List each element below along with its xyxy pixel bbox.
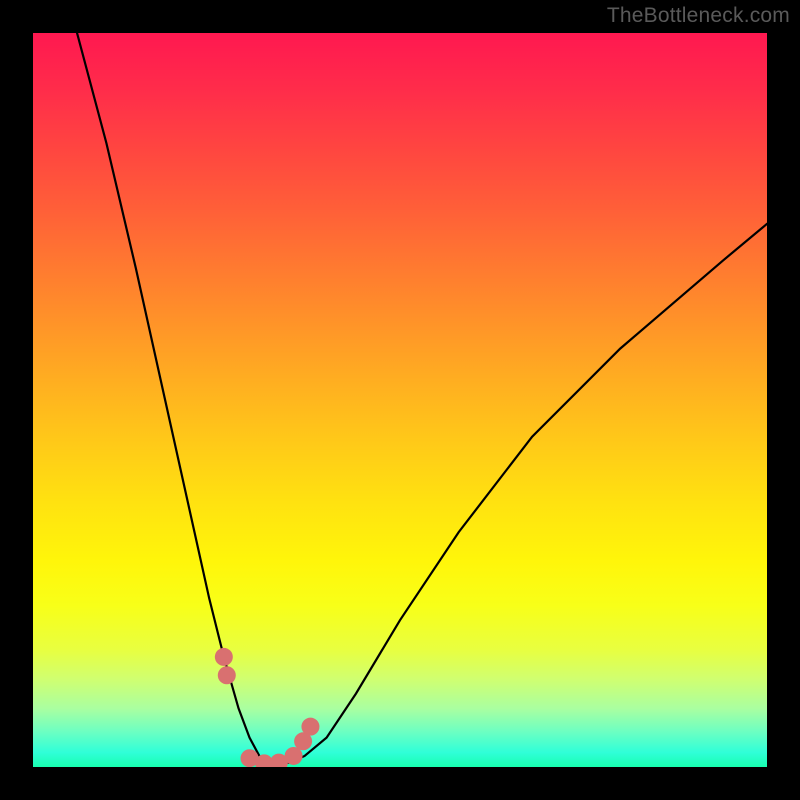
marker-point [215,648,233,666]
plot-area [33,33,767,767]
bottleneck-curve [77,33,767,763]
chart-svg [33,33,767,767]
marker-point [218,666,236,684]
marker-point [301,718,319,736]
highlighted-points [215,648,320,767]
watermark-text: TheBottleneck.com [607,4,790,28]
